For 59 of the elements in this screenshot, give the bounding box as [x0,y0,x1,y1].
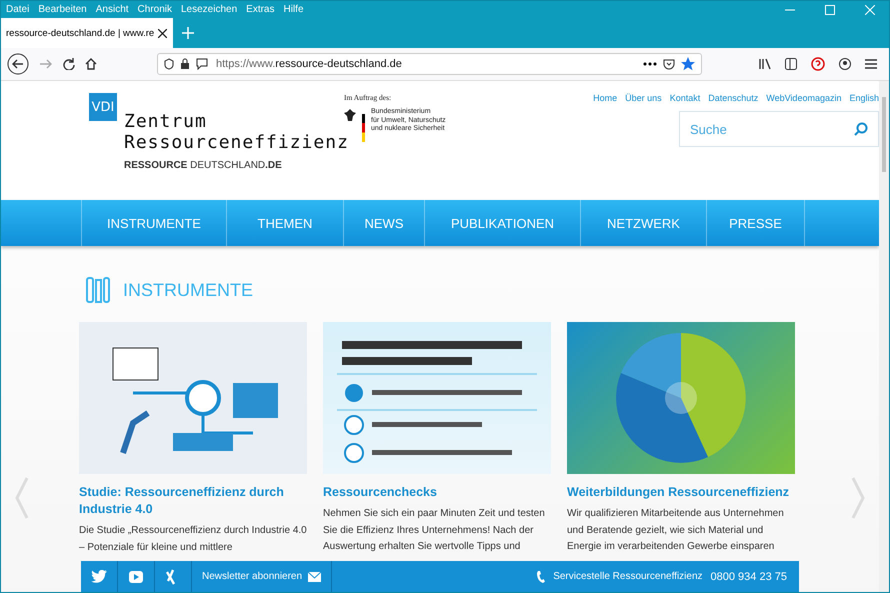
back-icon[interactable] [7,53,29,75]
chat-icon [196,58,210,70]
top-link[interactable]: English [849,93,879,103]
new-tab-icon[interactable] [182,27,194,39]
help-icon[interactable] [811,57,825,71]
flag-stripe [362,114,365,142]
tools-icon [85,276,111,304]
service-label: Servicestelle Ressourceneffizienz [553,571,703,582]
lock-icon [180,58,190,70]
card-text: Nehmen Sie sich ein paar Minuten Zeit und testen Sie die Effizienz Ihres Unternehmens! Nach der Auswertung erhalten Sie wertvolle Tipps und [323,507,546,554]
nav-item[interactable]: NETZWERK [580,200,706,246]
nav-item[interactable]: INSTRUMENTE [81,200,226,246]
card-text: Wir qualifizieren Mitarbeitende aus Unternehmen und Beratende gezielt, wie sich Material und Energie im verarbeitenden Gewerbe einsparen [567,507,785,554]
menu-item[interactable]: Lesezeichen [181,4,238,15]
card-title[interactable]: Studie: Ressourceneffizienz durch Industrie 4.0 [79,484,307,518]
newsletter-link[interactable]: Newsletter abonnieren [192,561,332,592]
search-field[interactable]: Suche [679,111,879,147]
phone-icon [536,570,546,584]
home-icon[interactable] [85,58,97,70]
search-icon[interactable] [854,122,868,136]
nav-item[interactable]: THEMEN [226,200,343,246]
reload-icon[interactable] [63,58,75,70]
nav-item[interactable]: NEWS [343,200,424,246]
menu-item[interactable]: Extras [246,4,274,15]
library-icon[interactable] [759,58,771,70]
menu-item[interactable]: Bearbeiten [38,4,87,15]
more-icon[interactable] [643,62,657,66]
star-icon[interactable] [681,57,695,71]
account-icon[interactable] [839,58,851,70]
top-link[interactable]: Home [593,93,618,103]
pocket-icon[interactable] [663,58,675,70]
scrollbar-thumb[interactable] [882,97,886,172]
card-title[interactable]: Weiterbildungen Ressourceneffizienz [567,484,795,501]
browser-tab[interactable]: ressource-deutschland.de | www.re [1,18,173,48]
top-link[interactable]: Datenschutz [708,93,758,103]
menu-item[interactable]: Ansicht [96,4,129,15]
section-title: INSTRUMENTE [123,280,253,300]
sidebar-icon[interactable] [785,58,797,70]
logo-badge: VDI [89,93,117,121]
logo-text: Zentrum [124,111,208,132]
menu-item[interactable]: Chronik [138,4,172,15]
nav-item[interactable]: PUBLIKATIONEN [424,200,580,246]
logo-text: Ressourceneffizienz [124,132,344,153]
menu-icon[interactable] [865,59,877,69]
menu-item[interactable]: Datei [6,4,30,15]
close-icon[interactable] [158,28,168,38]
phone-number: 0800 934 23 75 [710,570,787,582]
card-title[interactable]: Ressourcenchecks [323,484,551,501]
maximize-icon[interactable] [825,4,835,14]
envelope-icon [308,572,322,582]
card-text: Die Studie „Ressourceneffizienz durch Industrie 4.0 – Potenziale für kleine und mittlere [79,524,307,554]
menu-item[interactable]: Hilfe [284,4,304,15]
top-link[interactable]: Kontakt [670,93,700,103]
nav-item[interactable]: PRESSE [706,200,805,246]
address-field[interactable]: https://www.ressource-deutschland.de [157,53,702,75]
brand-text: RESSOURCE DEUTSCHLAND.DE [124,160,283,171]
shield-icon [164,58,174,70]
top-link[interactable]: WebVideomagazin [766,93,842,103]
top-link[interactable]: Über uns [625,93,662,103]
